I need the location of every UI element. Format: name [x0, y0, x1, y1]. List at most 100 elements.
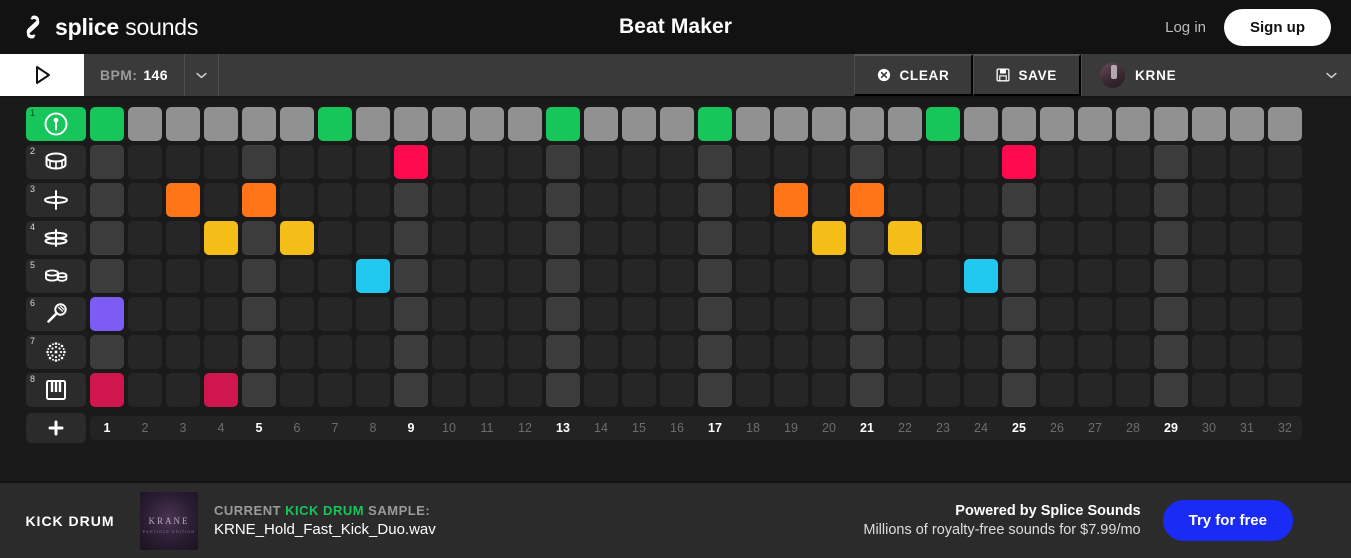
step-cell[interactable]	[736, 107, 770, 141]
step-cell[interactable]	[698, 145, 732, 179]
step-cell[interactable]	[1116, 259, 1150, 293]
step-cell[interactable]	[698, 259, 732, 293]
step-cell[interactable]	[128, 335, 162, 369]
step-cell[interactable]	[926, 145, 960, 179]
step-cell[interactable]	[1002, 335, 1036, 369]
step-cell[interactable]	[622, 297, 656, 331]
step-cell[interactable]	[622, 373, 656, 407]
step-cell[interactable]	[926, 373, 960, 407]
step-cell[interactable]	[356, 335, 390, 369]
step-cell[interactable]	[964, 373, 998, 407]
step-cell[interactable]	[356, 259, 390, 293]
step-cell[interactable]	[584, 183, 618, 217]
step-cell[interactable]	[1154, 107, 1188, 141]
step-cell[interactable]	[850, 297, 884, 331]
step-cell[interactable]	[1040, 145, 1074, 179]
step-cell[interactable]	[280, 373, 314, 407]
step-cell[interactable]	[90, 183, 124, 217]
step-cell[interactable]	[470, 373, 504, 407]
step-cell[interactable]	[964, 221, 998, 255]
step-cell[interactable]	[964, 335, 998, 369]
track-header-noise[interactable]: 7	[26, 335, 86, 369]
step-cell[interactable]	[622, 107, 656, 141]
step-cell[interactable]	[774, 221, 808, 255]
step-cell[interactable]	[394, 335, 428, 369]
step-cell[interactable]	[1154, 183, 1188, 217]
step-cell[interactable]	[736, 183, 770, 217]
step-cell[interactable]	[356, 145, 390, 179]
step-cell[interactable]	[242, 335, 276, 369]
step-cell[interactable]	[318, 221, 352, 255]
step-cell[interactable]	[1040, 221, 1074, 255]
step-cell[interactable]	[736, 297, 770, 331]
user-menu[interactable]: KRNE	[1081, 54, 1351, 96]
step-cell[interactable]	[1154, 221, 1188, 255]
step-cell[interactable]	[432, 335, 466, 369]
step-cell[interactable]	[1230, 145, 1264, 179]
step-cell[interactable]	[166, 145, 200, 179]
step-cell[interactable]	[470, 259, 504, 293]
step-cell[interactable]	[850, 259, 884, 293]
step-cell[interactable]	[432, 221, 466, 255]
step-cell[interactable]	[280, 221, 314, 255]
step-cell[interactable]	[584, 259, 618, 293]
step-cell[interactable]	[166, 259, 200, 293]
step-cell[interactable]	[1192, 221, 1226, 255]
step-cell[interactable]	[204, 145, 238, 179]
step-cell[interactable]	[394, 107, 428, 141]
step-cell[interactable]	[432, 297, 466, 331]
step-cell[interactable]	[812, 221, 846, 255]
track-header-keys[interactable]: 8	[26, 373, 86, 407]
step-cell[interactable]	[318, 183, 352, 217]
step-cell[interactable]	[622, 145, 656, 179]
step-cell[interactable]	[1192, 373, 1226, 407]
step-cell[interactable]	[850, 183, 884, 217]
step-cell[interactable]	[774, 297, 808, 331]
step-cell[interactable]	[1268, 297, 1302, 331]
step-cell[interactable]	[394, 221, 428, 255]
step-cell[interactable]	[432, 373, 466, 407]
step-cell[interactable]	[622, 183, 656, 217]
step-cell[interactable]	[280, 107, 314, 141]
step-cell[interactable]	[242, 259, 276, 293]
step-cell[interactable]	[850, 145, 884, 179]
step-cell[interactable]	[1040, 297, 1074, 331]
step-cell[interactable]	[736, 335, 770, 369]
step-cell[interactable]	[356, 183, 390, 217]
step-cell[interactable]	[1268, 221, 1302, 255]
track-header-percussion[interactable]: 5	[26, 259, 86, 293]
step-cell[interactable]	[622, 221, 656, 255]
step-cell[interactable]	[128, 107, 162, 141]
try-for-free-button[interactable]: Try for free	[1162, 500, 1293, 541]
step-cell[interactable]	[128, 221, 162, 255]
step-cell[interactable]	[660, 145, 694, 179]
step-cell[interactable]	[1268, 145, 1302, 179]
step-cell[interactable]	[470, 297, 504, 331]
step-cell[interactable]	[774, 335, 808, 369]
step-cell[interactable]	[774, 183, 808, 217]
track-header-kick-drum[interactable]: 1	[26, 107, 86, 141]
step-cell[interactable]	[774, 107, 808, 141]
step-cell[interactable]	[546, 335, 580, 369]
step-cell[interactable]	[318, 335, 352, 369]
step-cell[interactable]	[508, 259, 542, 293]
step-cell[interactable]	[280, 335, 314, 369]
login-link[interactable]: Log in	[1165, 19, 1206, 36]
step-cell[interactable]	[926, 221, 960, 255]
step-cell[interactable]	[584, 373, 618, 407]
step-cell[interactable]	[1116, 183, 1150, 217]
step-cell[interactable]	[584, 107, 618, 141]
step-cell[interactable]	[1230, 373, 1264, 407]
step-cell[interactable]	[356, 373, 390, 407]
step-cell[interactable]	[622, 259, 656, 293]
step-cell[interactable]	[812, 259, 846, 293]
step-cell[interactable]	[166, 373, 200, 407]
step-cell[interactable]	[1192, 107, 1226, 141]
step-cell[interactable]	[812, 373, 846, 407]
step-cell[interactable]	[204, 107, 238, 141]
step-cell[interactable]	[1116, 335, 1150, 369]
step-cell[interactable]	[1154, 297, 1188, 331]
step-cell[interactable]	[660, 335, 694, 369]
step-cell[interactable]	[242, 145, 276, 179]
step-cell[interactable]	[1078, 221, 1112, 255]
